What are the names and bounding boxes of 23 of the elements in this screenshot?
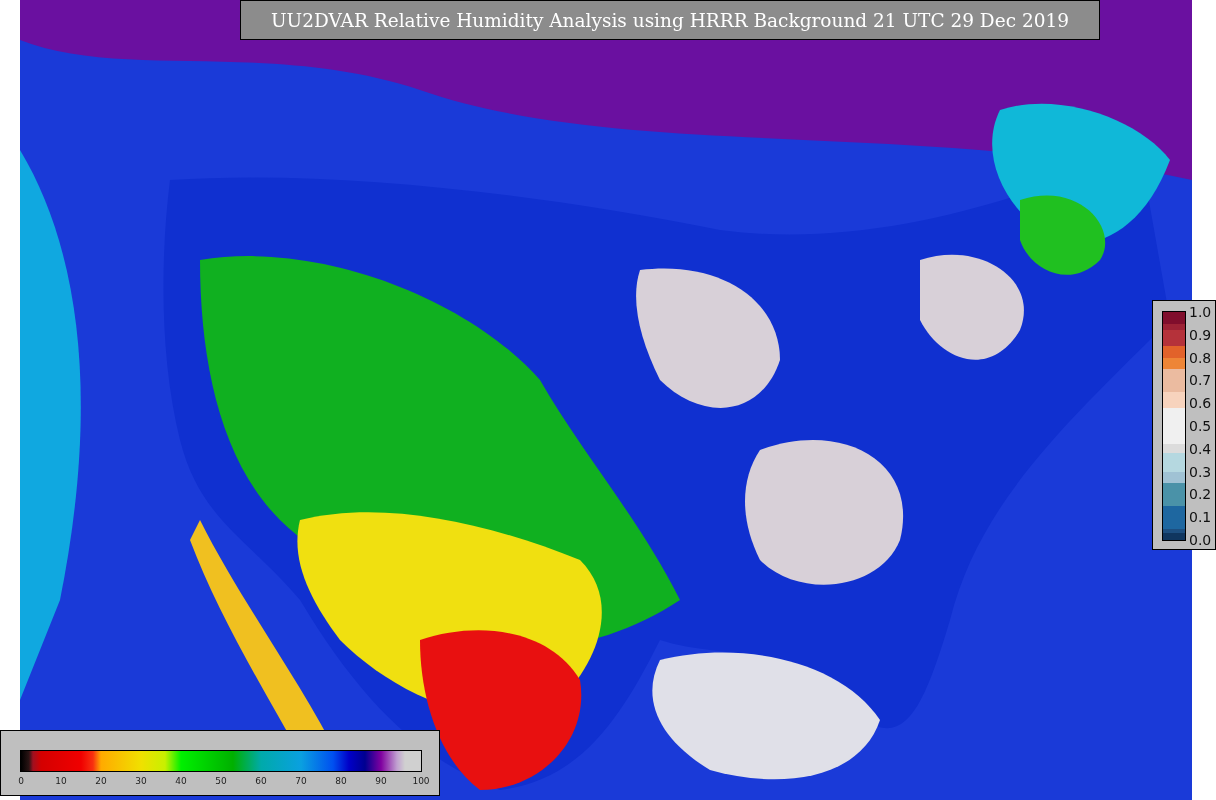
colorbar-tick-label: 0.6 [1189,396,1212,411]
colorbar-tick-label: 0.5 [1189,419,1212,433]
colorbar-tick-label: 0.9 [1189,327,1212,342]
colorbar-tick-label: 0 [18,776,24,786]
colorbar-tick-label: 100 [412,776,430,786]
colorbar-tick-label: 40 [175,776,187,786]
colorbar-tick-label: 0.1 [1189,510,1212,525]
colorbar-tick-label: 0.7 [1189,373,1212,388]
colorbar-tick-label: 0.4 [1189,441,1212,456]
colorbar-tick-label: 70 [295,776,307,786]
colorbar-tick-label: 60 [255,776,267,786]
colorbar-tick-label: 80 [335,776,347,786]
colorbar-tick-label: 20 [95,776,107,786]
colorbar-tick-label: 0.0 [1189,533,1212,547]
map-title: UU2DVAR Relative Humidity Analysis using HRRR Background 21 UTC 29 Dec 2019 [240,0,1100,40]
colorbar-tick-label: 90 [375,776,387,786]
colorbar-tick-label: 0.2 [1189,487,1212,502]
colorbar-tick-label: 30 [135,776,147,786]
colorbar-tick-label: 10 [55,776,67,786]
colorbar-tick-label: 1.0 [1189,305,1212,319]
colorbar-tick-label: 0.8 [1189,350,1212,365]
colorbar-tick-label: 0.3 [1189,464,1212,479]
colorbar-tick-label: 50 [215,776,227,786]
